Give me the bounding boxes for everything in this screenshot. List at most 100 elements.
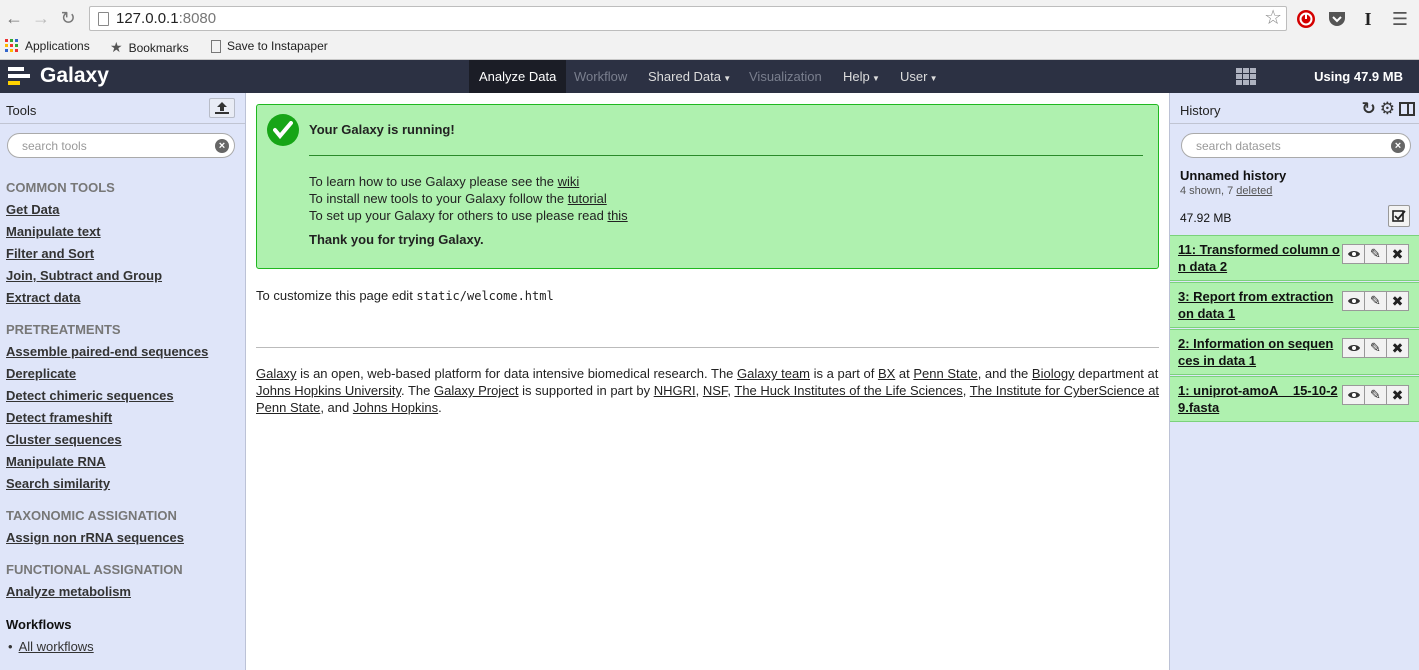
checkmark-icon xyxy=(267,114,299,146)
dataset-item[interactable]: 1: uniprot-amoA__15-10-29.fasta ✎ ✖ xyxy=(1170,376,1419,422)
wiki-line: To learn how to use Galaxy please see th… xyxy=(309,174,580,189)
eye-icon[interactable] xyxy=(1342,244,1365,264)
tool-detect-chimeric[interactable]: Detect chimeric sequences xyxy=(6,388,174,403)
clear-search-icon[interactable]: × xyxy=(1391,139,1405,153)
galaxy-link[interactable]: Galaxy xyxy=(256,366,296,381)
upload-button[interactable] xyxy=(209,98,235,118)
tool-analyze-metabolism[interactable]: Analyze metabolism xyxy=(6,584,131,599)
tool-extract-data[interactable]: Extract data xyxy=(6,290,80,305)
tab-visualization[interactable]: Visualization xyxy=(739,60,832,93)
tutorial-link[interactable]: tutorial xyxy=(568,191,607,206)
bookmarks-bar: Applications ★ Bookmarks Save to Instapa… xyxy=(0,36,1419,56)
pencil-icon[interactable]: ✎ xyxy=(1364,244,1387,264)
tool-get-data[interactable]: Get Data xyxy=(6,202,59,217)
section-taxonomic-assignation[interactable]: TAXONOMIC ASSIGNATION xyxy=(6,508,177,523)
wiki-link[interactable]: wiki xyxy=(558,174,580,189)
clear-search-icon[interactable]: × xyxy=(215,139,229,153)
scratchbook-grid-icon[interactable] xyxy=(1236,68,1256,85)
gear-icon[interactable]: ⚙ xyxy=(1380,99,1395,119)
tool-assign-non-rrna[interactable]: Assign non rRNA sequences xyxy=(6,530,184,545)
dataset-search-input[interactable]: search datasets × xyxy=(1181,133,1411,158)
galaxy-project-link[interactable]: Galaxy Project xyxy=(434,383,519,398)
reload-icon[interactable]: ↻ xyxy=(58,8,78,28)
apps-grid-icon xyxy=(5,39,18,52)
dataset-title[interactable]: 11: Transformed column on data 2 xyxy=(1178,241,1340,275)
nsf-link[interactable]: NSF xyxy=(703,383,728,398)
setup-line: To set up your Galaxy for others to use … xyxy=(309,208,628,223)
panel-layout-icon[interactable] xyxy=(1399,102,1415,116)
tab-analyze-data[interactable]: Analyze Data xyxy=(469,60,567,93)
tool-manipulate-text[interactable]: Manipulate text xyxy=(6,224,101,239)
tab-user[interactable]: User ▼ xyxy=(890,60,948,93)
welcome-path: static/welcome.html xyxy=(416,289,554,303)
center-panel: Your Galaxy is running! To learn how to … xyxy=(247,93,1169,670)
pencil-icon[interactable]: ✎ xyxy=(1364,385,1387,405)
delete-icon[interactable]: ✖ xyxy=(1386,244,1409,264)
tool-cluster-sequences[interactable]: Cluster sequences xyxy=(6,432,122,447)
dataset-item[interactable]: 3: Report from extraction on data 1 ✎ ✖ xyxy=(1170,282,1419,328)
address-bar[interactable]: 127.0.0.1:8080 ☆ xyxy=(89,6,1287,31)
eye-icon[interactable] xyxy=(1342,291,1365,311)
tools-panel: Tools search tools × COMMON TOOLS Get Da… xyxy=(0,93,246,670)
eye-icon[interactable] xyxy=(1342,338,1365,358)
tool-search-similarity[interactable]: Search similarity xyxy=(6,476,110,491)
bookmark-star-icon[interactable]: ☆ xyxy=(1264,5,1282,30)
all-workflows-link[interactable]: All workflows xyxy=(19,639,94,654)
tool-dereplicate[interactable]: Dereplicate xyxy=(6,366,76,381)
dataset-item[interactable]: 2: Information on sequences in data 1 ✎ … xyxy=(1170,329,1419,375)
delete-icon[interactable]: ✖ xyxy=(1386,338,1409,358)
workflows-list-item: • All workflows xyxy=(8,639,94,654)
divider xyxy=(256,347,1159,348)
back-icon[interactable]: ← xyxy=(4,8,24,28)
section-common-tools[interactable]: COMMON TOOLS xyxy=(6,180,115,195)
this-link[interactable]: this xyxy=(607,208,627,223)
dataset-item[interactable]: 11: Transformed column on data 2 ✎ ✖ xyxy=(1170,235,1419,281)
divider xyxy=(309,155,1143,156)
dataset-title[interactable]: 2: Information on sequences in data 1 xyxy=(1178,335,1340,369)
tab-workflow[interactable]: Workflow xyxy=(564,60,637,93)
section-pretreatments[interactable]: PRETREATMENTS xyxy=(6,322,121,337)
deleted-link[interactable]: deleted xyxy=(1236,185,1272,197)
pocket-icon[interactable] xyxy=(1326,8,1348,30)
biology-link[interactable]: Biology xyxy=(1032,366,1075,381)
refresh-icon[interactable]: ↻ xyxy=(1362,99,1376,119)
tool-search-input[interactable]: search tools × xyxy=(7,133,235,158)
history-options: ↻ ⚙ xyxy=(1362,99,1415,119)
menu-icon[interactable]: ☰ xyxy=(1389,8,1411,30)
galaxy-brand[interactable]: Galaxy xyxy=(8,64,109,88)
johns-hopkins-link[interactable]: Johns Hopkins xyxy=(353,400,438,415)
adblock-icon[interactable] xyxy=(1295,8,1317,30)
pencil-icon[interactable]: ✎ xyxy=(1364,291,1387,311)
bookmark-applications[interactable]: Applications xyxy=(5,39,90,53)
galaxy-team-link[interactable]: Galaxy team xyxy=(737,366,810,381)
eye-icon[interactable] xyxy=(1342,385,1365,405)
forward-icon[interactable]: → xyxy=(31,8,51,28)
tools-title: Tools xyxy=(6,103,37,118)
tab-help[interactable]: Help ▼ xyxy=(833,60,890,93)
huck-link[interactable]: The Huck Institutes of the Life Sciences xyxy=(734,383,962,398)
galaxy-logo-icon xyxy=(8,67,30,85)
dataset-title[interactable]: 1: uniprot-amoA__15-10-29.fasta xyxy=(1178,382,1340,416)
instapaper-icon[interactable]: I xyxy=(1357,8,1379,30)
jhu-link[interactable]: Johns Hopkins University xyxy=(256,383,401,398)
select-datasets-button[interactable] xyxy=(1388,205,1410,227)
tool-detect-frameshift[interactable]: Detect frameshift xyxy=(6,410,112,425)
section-functional-assignation[interactable]: FUNCTIONAL ASSIGNATION xyxy=(6,562,183,577)
history-name[interactable]: Unnamed history xyxy=(1180,168,1286,183)
quota-meter: Using 47.9 MB xyxy=(1314,69,1403,84)
tab-shared-data[interactable]: Shared Data ▼ xyxy=(638,60,741,93)
nhgri-link[interactable]: NHGRI xyxy=(654,383,696,398)
dataset-title[interactable]: 3: Report from extraction on data 1 xyxy=(1178,288,1340,322)
pencil-icon[interactable]: ✎ xyxy=(1364,338,1387,358)
penn-state-link[interactable]: Penn State xyxy=(913,366,977,381)
tool-join-subtract-group[interactable]: Join, Subtract and Group xyxy=(6,268,162,283)
bookmark-bookmarks[interactable]: ★ Bookmarks xyxy=(110,39,189,56)
tool-manipulate-rna[interactable]: Manipulate RNA xyxy=(6,454,106,469)
bx-link[interactable]: BX xyxy=(878,366,895,381)
delete-icon[interactable]: ✖ xyxy=(1386,291,1409,311)
delete-icon[interactable]: ✖ xyxy=(1386,385,1409,405)
tool-assemble-paired-end[interactable]: Assemble paired-end sequences xyxy=(6,344,208,359)
bookmark-instapaper[interactable]: Save to Instapaper xyxy=(211,39,328,53)
page-icon xyxy=(98,12,109,26)
tool-filter-and-sort[interactable]: Filter and Sort xyxy=(6,246,94,261)
